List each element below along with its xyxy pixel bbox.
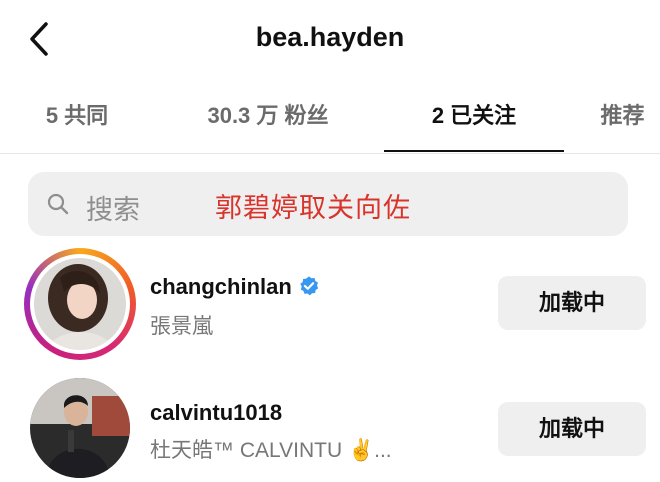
following-row[interactable]: changchinlan 張景嵐 加载中 [0,248,660,360]
avatar-border [30,254,130,354]
profile-photo-image [34,258,126,350]
profile-photo-image [30,378,130,478]
tabs-divider [0,153,660,154]
username-text: changchinlan [150,274,292,299]
tab-following[interactable]: 2 已关注 [400,88,548,154]
active-tab-indicator [384,150,564,152]
following-row[interactable]: calvintu1018 杜天皓™ CALVINTU ✌️... 加载中 [0,372,660,482]
video-caption-overlay: 郭碧婷取关向佐 [215,193,411,223]
top-bar: bea.hayden [0,0,660,80]
row-username: calvintu1018 [150,400,283,425]
tab-followers[interactable]: 30.3 万 粉丝 [180,88,356,154]
avatar-photo [34,258,126,350]
follow-tabs: 5 共同 30.3 万 粉丝 2 已关注 推荐 [0,88,660,154]
tab-suggested[interactable]: 推荐 [585,88,660,154]
search-icon [47,193,69,215]
search-placeholder: 搜索 [86,195,140,225]
row-full-name: 張景嵐 [150,315,213,338]
verified-badge-icon [300,276,318,296]
follow-status-button[interactable]: 加载中 [498,276,646,330]
profile-username-title: bea.hayden [255,22,405,52]
follow-status-button[interactable]: 加载中 [498,402,646,456]
row-full-name: 杜天皓™ CALVINTU ✌️... [150,439,392,462]
avatar[interactable] [24,248,136,360]
row-username: changchinlan [150,274,320,300]
avatar[interactable] [30,378,130,478]
tab-mutual[interactable]: 5 共同 [28,88,126,154]
